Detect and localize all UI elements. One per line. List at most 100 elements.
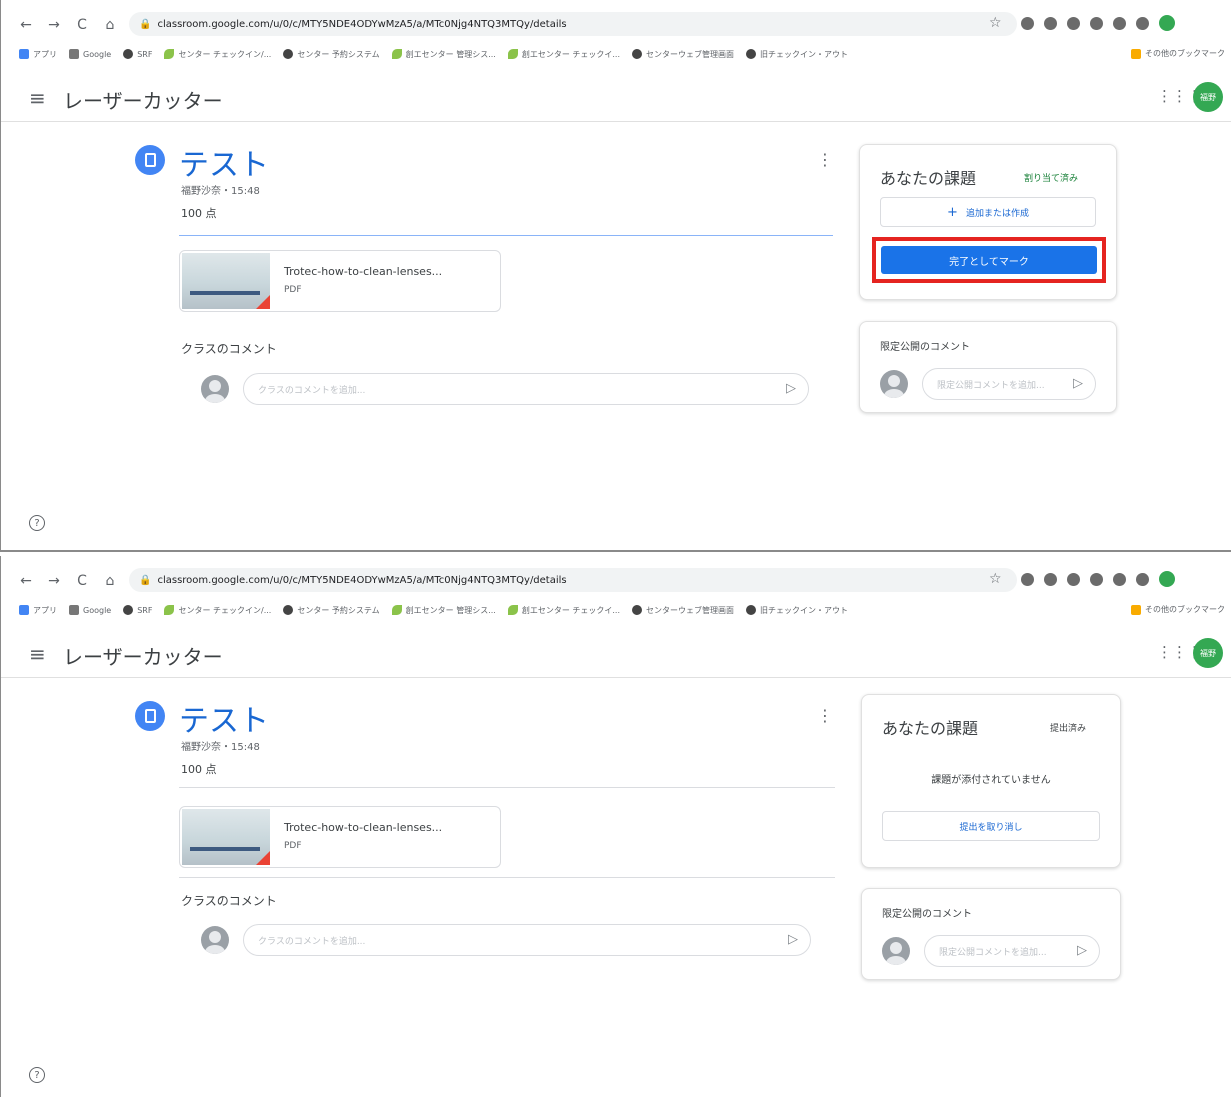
screenshot-before: ← → C ⌂ 🔒 classroom.google.com/u/0/c/MTY… [0,0,1231,552]
bookmark-item[interactable]: センター 予約システム [283,49,380,60]
attachment-type: PDF [284,285,302,295]
divider [179,235,833,236]
assignment-icon [135,701,165,731]
class-comment-input[interactable]: クラスのコメントを追加... ▷ [243,373,809,405]
lock-icon: 🔒 [139,18,152,30]
reload-icon[interactable]: C [71,570,93,592]
browser-toolbar: ← → C ⌂ 🔒 classroom.google.com/u/0/c/MTY… [1,8,1231,42]
bookmark-item[interactable]: センターウェブ管理画面 [632,49,734,60]
address-bar[interactable]: 🔒 classroom.google.com/u/0/c/MTY5NDE4ODY… [129,12,1017,36]
work-status: 提出済み [1050,724,1087,734]
extension-icon[interactable] [1021,573,1034,586]
plus-icon: + [947,204,958,220]
private-comments-title: 限定公開のコメント [882,909,972,920]
more-options-icon[interactable]: ⋮ [817,150,833,169]
apps-icon [19,605,29,615]
attachment-card[interactable]: Trotec-how-to-clean-lenses... PDF [179,250,501,312]
account-avatar[interactable]: 福野 [1193,82,1223,112]
bookmark-item[interactable]: 旧チェックイン・アウト [746,49,848,60]
other-bookmarks[interactable]: その他のブックマーク [1131,604,1225,615]
globe-icon [123,49,134,59]
puzzle-icon[interactable] [1136,17,1149,30]
extension-icon[interactable] [1113,17,1126,30]
classroom-header: ≡ レーザーカッター ⋮⋮⋮ 福野 [1,628,1231,678]
bookmarks-bar: アプリ Google SRF センター チェックイン/... センター 予約シス… [1,600,1231,620]
attachment-name: Trotec-how-to-clean-lenses... [284,265,443,278]
class-title[interactable]: レーザーカッター [63,85,223,114]
attachment-name: Trotec-how-to-clean-lenses... [284,821,443,834]
google-icon [69,605,79,615]
bookmark-item[interactable]: 旧チェックイン・アウト [746,605,848,616]
account-avatar[interactable]: 福野 [1193,638,1223,668]
attachment-card[interactable]: Trotec-how-to-clean-lenses... PDF [179,806,501,868]
puzzle-icon[interactable] [1136,573,1149,586]
help-icon[interactable]: ? [29,1067,45,1083]
extension-icon[interactable] [1067,573,1080,586]
user-avatar-icon [201,375,229,403]
bookmark-item[interactable]: アプリ [19,605,57,616]
class-title[interactable]: レーザーカッター [63,641,223,670]
send-icon[interactable]: ▷ [788,932,798,947]
extension-icon[interactable] [1113,573,1126,586]
bookmark-item[interactable]: 創エセンター 管理シス... [391,49,496,60]
bookmark-item[interactable]: SRF [123,605,152,615]
class-comment-input[interactable]: クラスのコメントを追加... ▷ [243,924,811,956]
home-icon[interactable]: ⌂ [99,570,121,592]
private-comments-title: 限定公開のコメント [880,342,970,353]
forward-arrow-icon[interactable]: → [43,14,65,36]
send-icon[interactable]: ▷ [1073,376,1083,391]
home-icon[interactable]: ⌂ [99,14,121,36]
extension-icon[interactable] [1067,17,1080,30]
send-icon[interactable]: ▷ [1077,943,1087,958]
reload-icon[interactable]: C [71,14,93,36]
leaf-icon [391,49,402,59]
back-arrow-icon[interactable]: ← [15,14,37,36]
hamburger-menu-icon[interactable]: ≡ [29,642,46,666]
profile-avatar-icon[interactable] [1159,571,1175,587]
mark-as-done-button[interactable]: 完了としてマーク [881,246,1097,274]
assignment-points: 100 点 [181,763,217,776]
bookmark-item[interactable]: センター チェックイン/... [164,605,271,616]
bookmark-star-icon[interactable]: ☆ [989,15,1002,31]
extension-icon[interactable] [1090,573,1103,586]
unsubmit-button[interactable]: 提出を取り消し [882,811,1100,841]
hamburger-menu-icon[interactable]: ≡ [29,86,46,110]
add-or-create-button[interactable]: + 追加または作成 [880,197,1096,227]
folder-icon [1131,604,1141,615]
document-icon [144,153,156,167]
user-avatar-icon [201,926,229,954]
extension-icon[interactable] [1044,17,1057,30]
send-icon[interactable]: ▷ [786,381,796,396]
bookmark-item[interactable]: Google [69,605,111,615]
bookmark-item[interactable]: センター 予約システム [283,605,380,616]
assignment-title: テスト [179,148,269,183]
extension-icons [1021,15,1175,31]
address-bar[interactable]: 🔒 classroom.google.com/u/0/c/MTY5NDE4ODY… [129,568,1017,592]
user-avatar-icon [880,370,908,398]
your-work-title: あなたの課題 [880,169,977,188]
private-comment-input[interactable]: 限定公開コメントを追加... ▷ [924,935,1100,967]
divider [179,877,835,878]
private-comment-input[interactable]: 限定公開コメントを追加... ▷ [922,368,1096,400]
bookmark-item[interactable]: センターウェブ管理画面 [632,605,734,616]
help-icon[interactable]: ? [29,515,45,531]
bookmark-item[interactable]: 創エセンター チェックイ... [507,605,620,616]
globe-icon [283,605,294,615]
globe-icon [746,49,756,59]
extension-icon[interactable] [1021,17,1034,30]
bookmark-item[interactable]: Google [69,49,111,59]
bookmark-star-icon[interactable]: ☆ [989,571,1002,587]
extension-icon[interactable] [1044,573,1057,586]
other-bookmarks[interactable]: その他のブックマーク [1131,48,1225,59]
extension-icon[interactable] [1090,17,1103,30]
bookmark-item[interactable]: 創エセンター 管理シス... [391,605,496,616]
back-arrow-icon[interactable]: ← [15,570,37,592]
globe-icon [123,605,134,615]
more-options-icon[interactable]: ⋮ [817,706,833,725]
bookmark-item[interactable]: 創エセンター チェックイ... [507,49,620,60]
bookmark-item[interactable]: SRF [123,49,152,59]
bookmark-item[interactable]: センター チェックイン/... [164,49,271,60]
bookmark-item[interactable]: アプリ [19,49,57,60]
profile-avatar-icon[interactable] [1159,15,1175,31]
forward-arrow-icon[interactable]: → [43,570,65,592]
